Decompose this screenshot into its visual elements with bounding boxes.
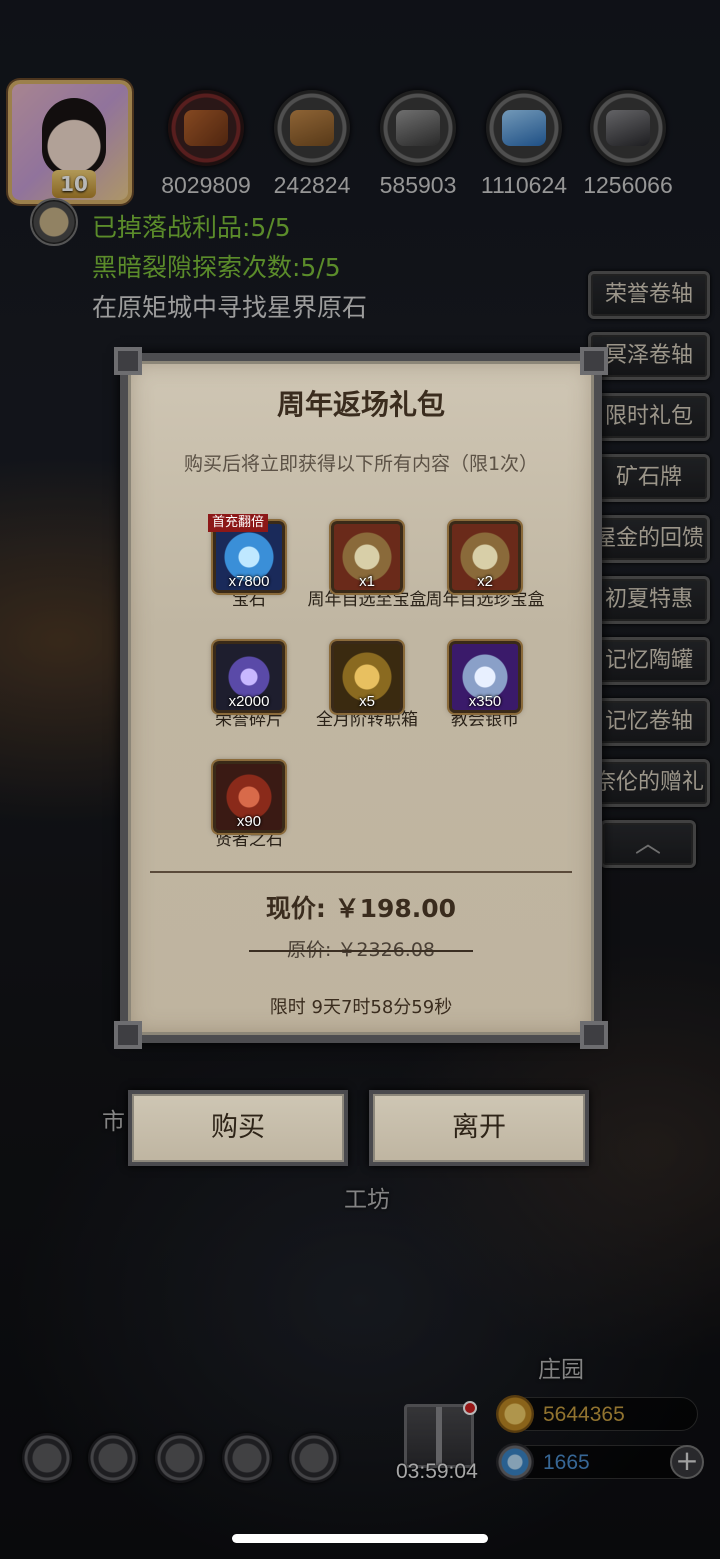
reward-item[interactable]: x2 周年自选珍宝盒 [420,521,550,612]
reward-item[interactable]: x5 全月阶转职箱 [302,641,432,732]
home-indicator[interactable] [232,1534,488,1543]
treasure-box-icon: x1 [331,521,403,593]
dialog-divider [150,871,572,873]
original-price: 原价: ￥2326.08 [128,935,594,962]
honor-shard-icon: x2000 [213,641,285,713]
reward-count: x7800 [228,573,270,590]
treasure-box-icon: x2 [449,521,521,593]
dialog-corner [580,347,608,375]
buy-button[interactable]: 购买 [128,1090,348,1166]
reward-count: x1 [359,573,375,590]
gem-item-icon: 首充翻倍 x7800 [208,514,285,593]
reward-count: x2 [477,573,493,590]
reward-count: x90 [236,813,262,830]
dialog-title: 周年返场礼包 [276,388,445,421]
dialog-corner [114,347,142,375]
reward-count: x5 [359,693,375,710]
sage-stone-icon: x90 [213,761,285,833]
reward-item[interactable]: x350 教会银币 [420,641,550,732]
reward-item[interactable]: x1 周年自选至宝盒 [302,521,432,612]
leave-button[interactable]: 离开 [369,1090,589,1166]
dialog-corner [114,1021,142,1049]
reward-item[interactable]: x2000 荣誉碎片 [184,641,314,732]
reward-item[interactable]: 首充翻倍 x7800 宝石 [184,514,314,612]
dialog-subtitle: 购买后将立即获得以下所有内容（限1次） [183,453,539,475]
first-charge-badge: 首充翻倍 [208,514,269,532]
reward-count: x2000 [228,693,270,710]
silver-coin-icon: x350 [449,641,521,713]
pack-dialog: 周年返场礼包 购买后将立即获得以下所有内容（限1次） 首充翻倍 x7800 宝石… [114,347,608,1049]
current-price: 现价: ￥198.00 [265,894,457,923]
job-change-chest-icon: x5 [331,641,403,713]
reward-count: x350 [468,693,502,710]
original-price-text: 原价: ￥2326.08 [286,939,435,961]
time-limit: 限时 9天7时58分59秒 [269,997,453,1018]
dialog-corner [580,1021,608,1049]
reward-item[interactable]: x90 贤者之石 [184,761,314,852]
